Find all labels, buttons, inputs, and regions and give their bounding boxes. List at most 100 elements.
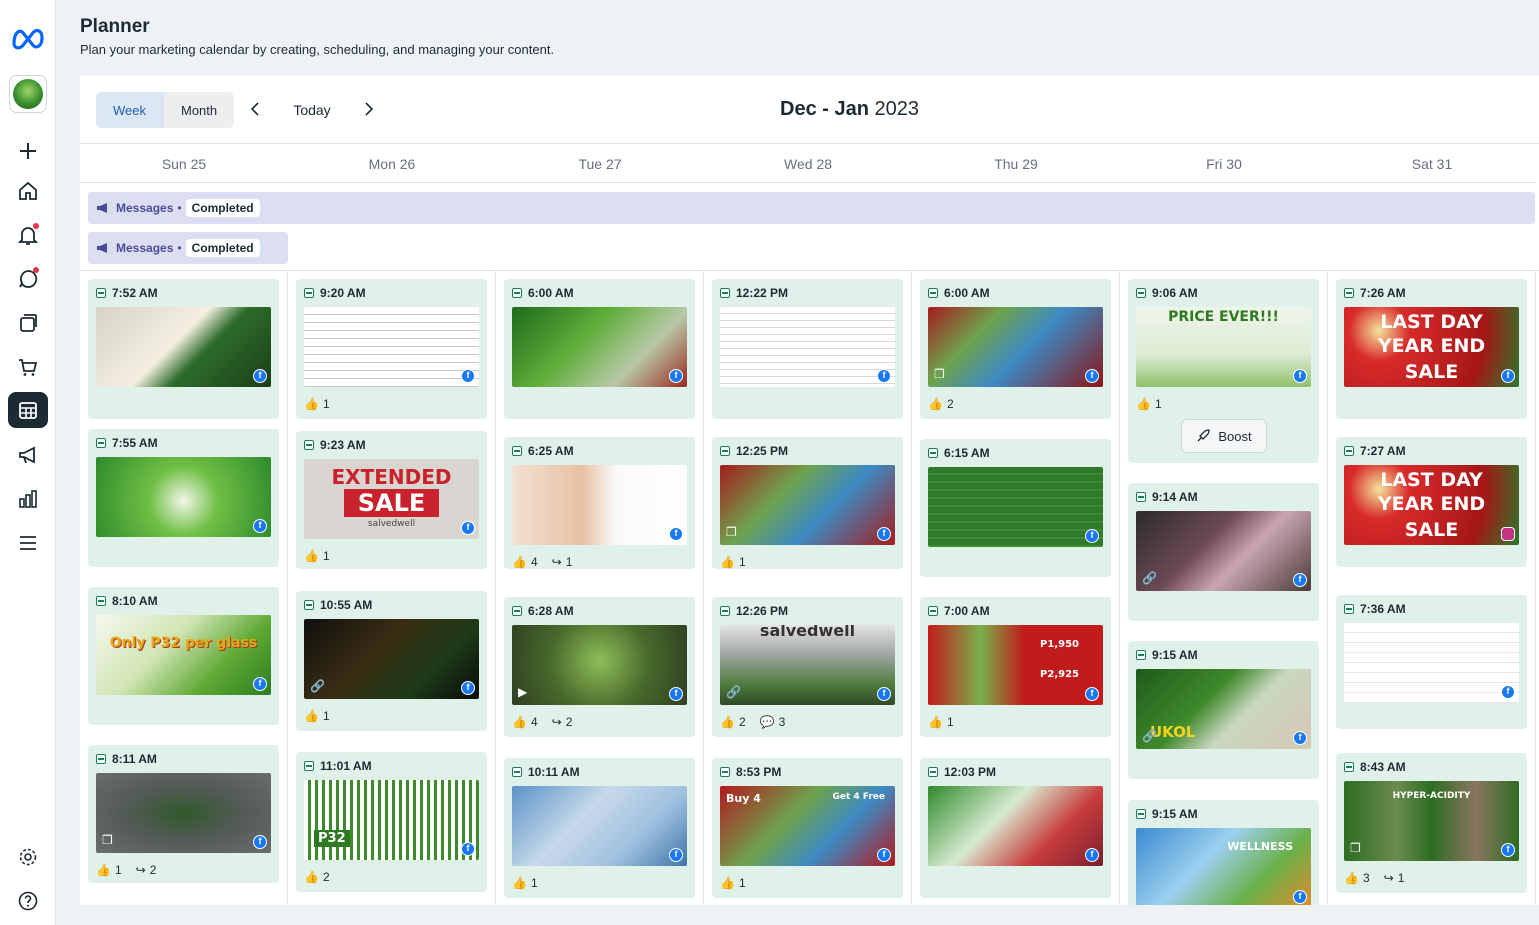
post-thumbnail[interactable]: ❐ f [720, 465, 895, 545]
post-card[interactable]: 7:27 AM LAST DAY YEAR END SALE [1336, 437, 1527, 567]
post-thumbnail[interactable]: P1,950 P2,925 f [928, 625, 1103, 705]
post-card[interactable]: 11:01 AM P32 f 👍 2 [296, 752, 487, 892]
post-card[interactable]: 7:36 AM f [1336, 595, 1527, 729]
post-card[interactable]: 10:11 AM f 👍 1 [504, 758, 695, 898]
post-time: 11:01 AM [320, 759, 372, 773]
megaphone-icon [97, 243, 107, 253]
planner-calendar-icon[interactable] [8, 392, 48, 428]
post-card[interactable]: 10:55 AM 🔗 f 👍 1 [296, 591, 487, 731]
post-thumbnail[interactable]: f [928, 467, 1103, 547]
chevron-left-icon[interactable] [244, 98, 266, 120]
post-thumbnail[interactable]: 🔗 f [304, 619, 479, 699]
home-icon[interactable] [8, 173, 48, 209]
post-thumbnail[interactable]: HYPER-ACIDITY ❐ f [1344, 781, 1519, 861]
post-thumbnail[interactable]: Only P32 per glass f [96, 615, 271, 695]
notifications-bell-icon[interactable] [8, 217, 48, 253]
status-badge: Completed [185, 239, 260, 257]
facebook-icon: f [877, 848, 891, 862]
post-card[interactable]: 12:03 PM f [920, 758, 1111, 898]
post-thumbnail[interactable]: f [1344, 623, 1519, 703]
create-plus-icon[interactable] [8, 133, 48, 169]
shopping-cart-icon[interactable] [8, 349, 48, 385]
post-thumbnail[interactable]: f [928, 786, 1103, 866]
meta-logo-icon[interactable] [10, 24, 46, 50]
post-card[interactable]: 7:55 AM f [88, 429, 279, 567]
messages-automation-bar[interactable]: Messages • Completed [88, 232, 288, 264]
post-card[interactable]: 7:52 AM f [88, 279, 279, 419]
post-card[interactable]: 8:43 AM HYPER-ACIDITY ❐ f 👍 3 ↪ 1 [1336, 753, 1527, 893]
post-card[interactable]: 12:25 PM ❐ f 👍 1 [712, 437, 903, 569]
post-time: 10:11 AM [528, 765, 580, 779]
post-card[interactable]: 8:53 PM Buy 4 Get 4 Free f 👍 1 [712, 758, 903, 898]
messages-automation-bar[interactable]: Messages • Completed [88, 192, 1535, 224]
content-pages-icon[interactable] [8, 305, 48, 341]
post-thumbnail[interactable]: ❐ f [928, 307, 1103, 387]
facebook-icon: f [253, 519, 267, 533]
post-card[interactable]: 6:15 AM f [920, 439, 1111, 577]
thumbnail-text: WELLNESS [1227, 840, 1293, 853]
post-thumbnail[interactable]: WELLNESS f [1136, 828, 1311, 905]
all-tools-menu-icon[interactable] [8, 525, 48, 561]
post-card[interactable]: 9:14 AM 🔗 f [1128, 483, 1319, 621]
post-thumbnail[interactable]: PRICE EVER!!! f [1136, 307, 1311, 387]
post-card[interactable]: 9:23 AM EXTENDED SALE salvedwell f 👍 1 [296, 431, 487, 569]
post-thumbnail[interactable]: ❐ f [96, 773, 271, 853]
post-thumbnail[interactable]: f [512, 786, 687, 866]
view-toggle: Week Month [96, 92, 235, 128]
post-card[interactable]: 8:11 AM ❐ f 👍 1 ↪ 2 [88, 745, 279, 883]
post-thumbnail[interactable]: Buy 4 Get 4 Free f [720, 786, 895, 866]
post-card[interactable]: 8:10 AM Only P32 per glass f [88, 587, 279, 725]
insights-bar-chart-icon[interactable] [8, 481, 48, 517]
megaphone-icon [97, 203, 107, 213]
post-thumbnail[interactable]: salvedwell 🔗 f [720, 625, 895, 705]
post-card[interactable]: 9:06 AM PRICE EVER!!! f 👍 1 Boost [1128, 279, 1319, 463]
post-card[interactable]: 12:26 PM salvedwell 🔗 f 👍 2 💬 3 [712, 597, 903, 737]
facebook-icon: f [877, 687, 891, 701]
post-thumbnail[interactable]: LAST DAY YEAR END SALE f [1344, 307, 1519, 387]
post-time: 8:11 AM [112, 752, 157, 766]
post-card[interactable]: 9:20 AM f 👍 1 [296, 279, 487, 419]
post-thumbnail[interactable]: f [720, 307, 895, 387]
page-avatar[interactable] [9, 75, 47, 113]
post-thumbnail[interactable]: f [512, 465, 687, 545]
settings-gear-icon[interactable] [8, 839, 48, 875]
post-card[interactable]: 7:00 AM P1,950 P2,925 f 👍 1 [920, 597, 1111, 737]
post-card[interactable]: 12:22 PM f [712, 279, 903, 419]
post-thumbnail[interactable]: 🔗 f [1136, 511, 1311, 591]
post-thumbnail[interactable]: f [304, 307, 479, 387]
post-thumbnail[interactable]: P32 f [304, 780, 479, 860]
post-time: 8:10 AM [112, 594, 158, 608]
month-view-button[interactable]: Month [163, 92, 235, 128]
post-time: 9:14 AM [1152, 490, 1198, 504]
inbox-chat-icon[interactable] [8, 261, 48, 297]
page-title: Planner [80, 16, 150, 37]
thumbnail-text: PRICE EVER!!! [1168, 309, 1279, 325]
help-question-icon[interactable] [8, 883, 48, 919]
ads-megaphone-icon[interactable] [8, 437, 48, 473]
thumbnail-text: LAST DAY [1380, 311, 1483, 333]
post-thumbnail[interactable]: f [512, 307, 687, 387]
post-thumbnail[interactable]: f [96, 307, 271, 387]
post-stats: 👍 1 [304, 709, 330, 723]
post-card[interactable]: 7:26 AM LAST DAY YEAR END SALE f [1336, 279, 1527, 419]
post-card[interactable]: 6:28 AM ▶ f 👍 4 ↪ 2 [504, 597, 695, 737]
post-thumbnail[interactable]: UKOL 🔗 f [1136, 669, 1311, 749]
post-card[interactable]: 6:00 AM ❐ f 👍 2 [920, 279, 1111, 419]
post-thumbnail[interactable]: LAST DAY YEAR END SALE [1344, 465, 1519, 545]
boost-label: Boost [1218, 428, 1252, 444]
day-column-mon: 9:20 AM f 👍 1 9:23 AM EXTENDED SALE salve… [288, 271, 496, 905]
chevron-right-icon[interactable] [358, 98, 380, 120]
post-thumbnail[interactable]: EXTENDED SALE salvedwell f [304, 459, 479, 539]
post-time: 9:15 AM [1152, 807, 1198, 821]
boost-button[interactable]: Boost [1181, 419, 1267, 453]
post-thumbnail[interactable]: f [96, 457, 271, 537]
post-card[interactable]: 9:15 AM WELLNESS f [1128, 800, 1319, 905]
messages-label: Messages [116, 241, 174, 255]
post-thumbnail[interactable]: ▶ f [512, 625, 687, 705]
week-view-button[interactable]: Week [96, 92, 163, 128]
post-card[interactable]: 6:25 AM f 👍 4 ↪ 1 [504, 437, 695, 569]
post-time: 6:00 AM [944, 286, 990, 300]
post-card[interactable]: 6:00 AM f [504, 279, 695, 419]
post-card[interactable]: 9:15 AM UKOL 🔗 f [1128, 641, 1319, 779]
today-button[interactable]: Today [286, 92, 338, 128]
